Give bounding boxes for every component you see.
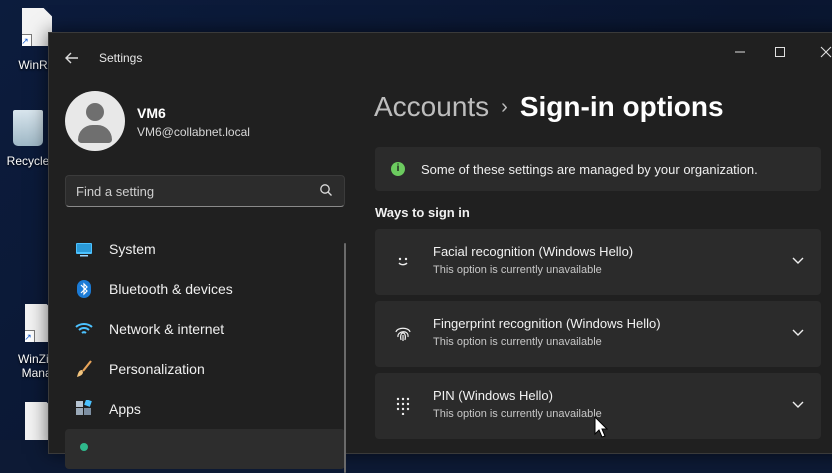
- user-email: VM6@collabnet.local: [137, 125, 250, 139]
- user-name: VM6: [137, 105, 166, 121]
- sidebar-item-personalization[interactable]: Personalization: [65, 349, 345, 389]
- accounts-icon: [80, 443, 88, 451]
- option-title: Facial recognition (Windows Hello): [433, 244, 634, 259]
- sidebar-item-bluetooth[interactable]: Bluetooth & devices: [65, 269, 345, 309]
- apps-icon: [76, 400, 92, 415]
- fingerprint-icon: [395, 327, 411, 341]
- chevron-down-icon[interactable]: [791, 325, 805, 339]
- bluetooth-icon: [77, 280, 91, 298]
- option-subtitle: This option is currently unavailable: [433, 408, 602, 420]
- face-icon: [398, 257, 408, 266]
- back-button[interactable]: [61, 47, 83, 69]
- sidebar-item-accounts[interactable]: [65, 429, 345, 469]
- option-subtitle: This option is currently unavailable: [433, 336, 602, 348]
- sidebar-item-label: Bluetooth & devices: [109, 281, 233, 297]
- mouse-cursor-icon: [594, 416, 608, 438]
- avatar: [65, 91, 125, 151]
- chevron-down-icon[interactable]: [791, 253, 805, 267]
- option-fingerprint-recognition[interactable]: Fingerprint recognition (Windows Hello) …: [375, 301, 821, 367]
- close-button[interactable]: [803, 39, 832, 67]
- search-placeholder: Find a setting: [76, 184, 155, 199]
- maximize-button[interactable]: [757, 39, 803, 67]
- option-subtitle: This option is currently unavailable: [433, 264, 602, 276]
- sidebar-item-apps[interactable]: Apps: [65, 389, 345, 429]
- sidebar-item-label: Apps: [109, 401, 141, 417]
- maximize-icon: [775, 47, 785, 57]
- shortcut-arrow-icon: ↗: [25, 330, 35, 342]
- search-icon: [320, 184, 332, 196]
- sidebar-scrollbar[interactable]: [344, 243, 346, 473]
- settings-window: Settings VM6 VM6@collabnet.local Find a …: [48, 32, 832, 473]
- banner-text: Some of these settings are managed by yo…: [421, 162, 758, 177]
- chevron-down-icon[interactable]: [791, 397, 805, 411]
- info-icon: i: [391, 162, 405, 176]
- page-title: Sign-in options: [519, 91, 724, 122]
- back-arrow-icon: [65, 52, 78, 64]
- window-title: Settings: [99, 51, 143, 65]
- monitor-icon: [76, 243, 92, 257]
- section-title: Ways to sign in: [375, 205, 470, 220]
- breadcrumb-parent-link[interactable]: Accounts: [374, 91, 489, 122]
- brush-icon: [77, 360, 92, 377]
- wifi-icon: [75, 323, 93, 334]
- shortcut-arrow-icon: ↗: [22, 34, 32, 46]
- sidebar-item-label: System: [109, 241, 156, 257]
- option-title: PIN (Windows Hello): [433, 388, 553, 403]
- sidebar-item-label: Personalization: [109, 361, 205, 377]
- sidebar-item-system[interactable]: System: [65, 229, 345, 269]
- option-facial-recognition[interactable]: Facial recognition (Windows Hello) This …: [375, 229, 821, 295]
- breadcrumb: Accounts › Sign-in options: [374, 91, 724, 123]
- search-input[interactable]: Find a setting: [65, 175, 345, 207]
- title-bar: Settings: [49, 33, 832, 83]
- sidebar-item-label: Network & internet: [109, 321, 225, 337]
- sidebar-item-network[interactable]: Network & internet: [65, 309, 345, 349]
- chevron-right-icon: ›: [501, 96, 508, 118]
- option-title: Fingerprint recognition (Windows Hello): [433, 316, 661, 331]
- recycle-bin-icon: [13, 110, 43, 146]
- minimize-icon: [735, 51, 745, 53]
- managed-by-org-banner: i Some of these settings are managed by …: [375, 147, 821, 191]
- sidebar-nav: System Bluetooth & devices Network & int…: [65, 229, 345, 469]
- pin-keypad-icon: [396, 397, 410, 415]
- close-icon: [820, 46, 832, 58]
